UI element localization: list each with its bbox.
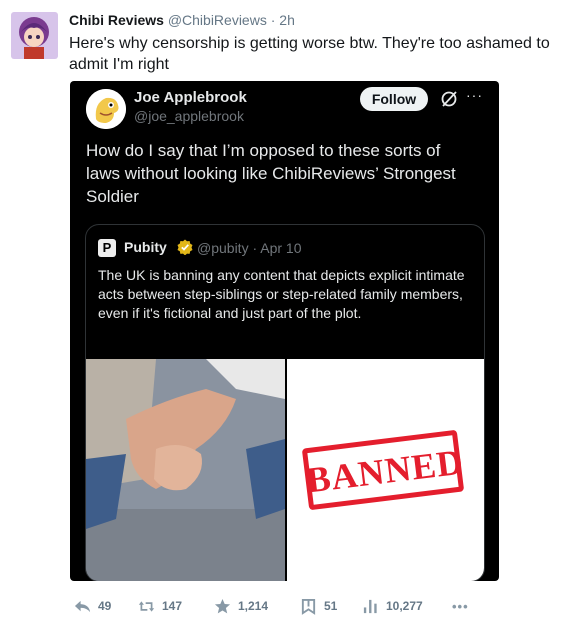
bookmark-count: 51	[324, 599, 338, 613]
tweet-time[interactable]: · 2h	[271, 12, 295, 28]
reply-count: 49	[98, 599, 112, 613]
quoted-author-handle: @joe_applebrook	[134, 108, 244, 124]
pubity-avatar: P	[98, 239, 116, 257]
grok-icon[interactable]	[440, 90, 458, 108]
nested-author-name: Pubity	[124, 239, 167, 255]
more-options-icon[interactable]: ···	[466, 87, 486, 103]
bookmark-action[interactable]: 51	[300, 597, 337, 615]
holding-hands-photo	[86, 359, 285, 581]
nested-quote[interactable]: P Pubity @pubity · Apr 10 The UK is bann…	[85, 224, 485, 581]
follow-button[interactable]: Follow	[360, 87, 428, 111]
more-actions-icon[interactable]: •••	[452, 597, 469, 615]
retweet-count: 147	[162, 599, 183, 613]
tweet-text: Here's why censorship is getting worse b…	[69, 35, 550, 73]
like-action[interactable]: 1,214	[214, 597, 268, 615]
like-count: 1,214	[238, 599, 269, 613]
author-handle[interactable]: @ChibiReviews	[168, 12, 267, 28]
verified-badge-icon	[177, 239, 193, 255]
quoted-author-name: Joe Applebrook	[134, 89, 247, 106]
banned-image: BANNED	[287, 359, 484, 581]
quoted-author-avatar	[86, 89, 126, 129]
author-avatar[interactable]	[11, 12, 58, 59]
stamp-text: BANNED	[304, 441, 466, 501]
tweet-header: Chibi Reviews @ChibiReviews · 2h	[69, 11, 295, 29]
nested-author-meta: @pubity · Apr 10	[197, 240, 302, 256]
views-action[interactable]: 10,277	[362, 597, 423, 615]
reply-icon	[74, 600, 91, 612]
nested-text: The UK is banning any content that depic…	[98, 267, 465, 321]
quoted-text: How do I say that I’m opposed to these s…	[86, 141, 456, 206]
views-icon	[363, 599, 377, 613]
banned-stamp: BANNED	[301, 429, 469, 511]
author-name[interactable]: Chibi Reviews	[69, 12, 164, 28]
star-icon	[214, 598, 231, 613]
retweet-icon	[138, 600, 155, 612]
reply-action[interactable]: 49	[74, 597, 111, 615]
bookmark-icon	[301, 598, 316, 615]
quoted-screenshot[interactable]: Joe Applebrook @joe_applebrook Follow ··…	[70, 81, 499, 581]
retweet-action[interactable]: 147	[138, 597, 182, 615]
views-count: 10,277	[386, 599, 423, 613]
